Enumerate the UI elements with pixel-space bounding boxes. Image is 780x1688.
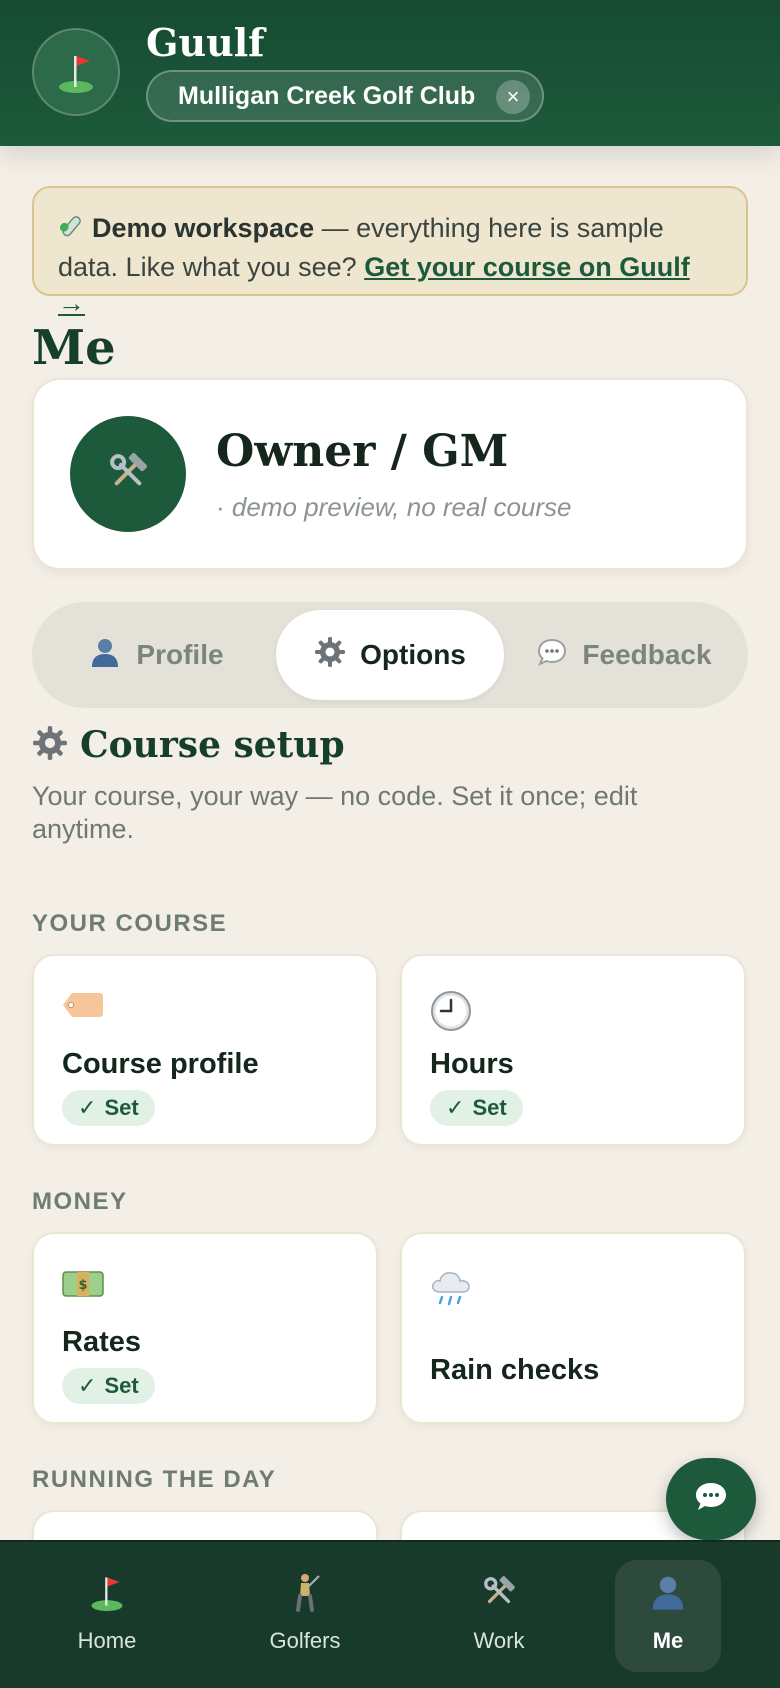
- nav-home[interactable]: Home: [43, 1560, 171, 1672]
- demo-banner: Demo workspace — everything here is samp…: [32, 186, 748, 318]
- tab-profile[interactable]: Profile: [42, 610, 270, 700]
- section-header: Course setup: [32, 724, 345, 766]
- nav-label: Golfers: [269, 1628, 341, 1653]
- check-icon: ✓: [78, 1373, 97, 1398]
- card-hours[interactable]: Hours ✓ Set: [400, 954, 746, 1146]
- svg-text:$: $: [78, 1278, 87, 1293]
- rain-cloud-icon: [430, 1268, 472, 1313]
- tag-icon: [62, 990, 104, 1025]
- hammer-wrench-icon: [479, 1572, 519, 1618]
- course-selector[interactable]: Mulligan Creek Golf Club ×: [146, 70, 544, 122]
- section-description: Your course, your way — no code. Set it …: [32, 781, 638, 844]
- group-label-money: MONEY: [32, 1188, 128, 1215]
- settings-tabs: Profile Options Feedback: [32, 602, 748, 708]
- app-title: Guulf: [146, 20, 265, 65]
- badge-label: Set: [104, 1373, 139, 1398]
- card-course-profile[interactable]: Course profile ✓ Set: [32, 954, 378, 1146]
- badge-label: Set: [104, 1095, 139, 1120]
- bottom-nav: Home Golfers Work Me: [0, 1540, 780, 1688]
- group-label-running-the-day: RUNNING THE DAY: [32, 1466, 277, 1493]
- tab-label: Profile: [136, 639, 224, 670]
- tab-label: Feedback: [582, 639, 712, 670]
- speech-bubble-icon: [536, 636, 582, 675]
- avatar: [70, 416, 186, 532]
- tab-label: Options: [360, 639, 466, 670]
- badge-label: Set: [472, 1095, 507, 1120]
- owner-name: Owner / GM: [216, 426, 509, 477]
- tab-options[interactable]: Options: [276, 610, 504, 700]
- speech-bubble-icon: [693, 1480, 729, 1519]
- close-icon[interactable]: ×: [496, 80, 530, 114]
- nav-label: Work: [473, 1628, 525, 1653]
- golf-flag-icon: [87, 1572, 127, 1618]
- card-title: Rain checks: [430, 1354, 600, 1386]
- clock-icon: [430, 990, 472, 1037]
- person-icon: [88, 635, 136, 676]
- gear-icon: [32, 725, 68, 766]
- section-title: Course setup: [80, 724, 345, 766]
- card-title: Course profile: [62, 1048, 259, 1080]
- owner-subtitle: · demo preview, no real course: [216, 492, 572, 522]
- course-name: Mulligan Creek Golf Club: [178, 81, 476, 110]
- check-icon: ✓: [446, 1095, 465, 1120]
- money-icon: $: [62, 1268, 104, 1305]
- nav-work[interactable]: Work: [435, 1560, 563, 1672]
- hammer-wrench-icon: [104, 448, 152, 501]
- person-icon: [648, 1572, 688, 1618]
- status-badge: ✓ Set: [430, 1090, 523, 1126]
- golf-flag-logo-icon[interactable]: [32, 28, 120, 116]
- app-header: Guulf Mulligan Creek Golf Club ×: [0, 0, 780, 146]
- check-icon: ✓: [78, 1095, 97, 1120]
- nav-label: Me: [652, 1628, 684, 1653]
- chat-button[interactable]: [666, 1458, 756, 1540]
- card-title: Rates: [62, 1326, 141, 1358]
- banner-bold: Demo workspace: [92, 213, 315, 243]
- nav-golfers[interactable]: Golfers: [241, 1560, 369, 1672]
- nav-me[interactable]: Me: [615, 1560, 721, 1672]
- status-badge: ✓ Set: [62, 1368, 155, 1404]
- owner-card: Owner / GM · demo preview, no real cours…: [32, 378, 748, 570]
- card-title: Hours: [430, 1048, 514, 1080]
- page-title: Me: [32, 320, 116, 376]
- nav-label: Home: [77, 1628, 137, 1653]
- golfer-icon: [285, 1572, 325, 1618]
- test-tube-icon: [58, 213, 84, 249]
- card-rain-checks[interactable]: Rain checks: [400, 1232, 746, 1424]
- gear-icon: [314, 636, 360, 675]
- card-rates[interactable]: $ Rates ✓ Set: [32, 1232, 378, 1424]
- status-badge: ✓ Set: [62, 1090, 155, 1126]
- tab-feedback[interactable]: Feedback: [510, 610, 738, 700]
- group-label-your-course: YOUR COURSE: [32, 910, 228, 937]
